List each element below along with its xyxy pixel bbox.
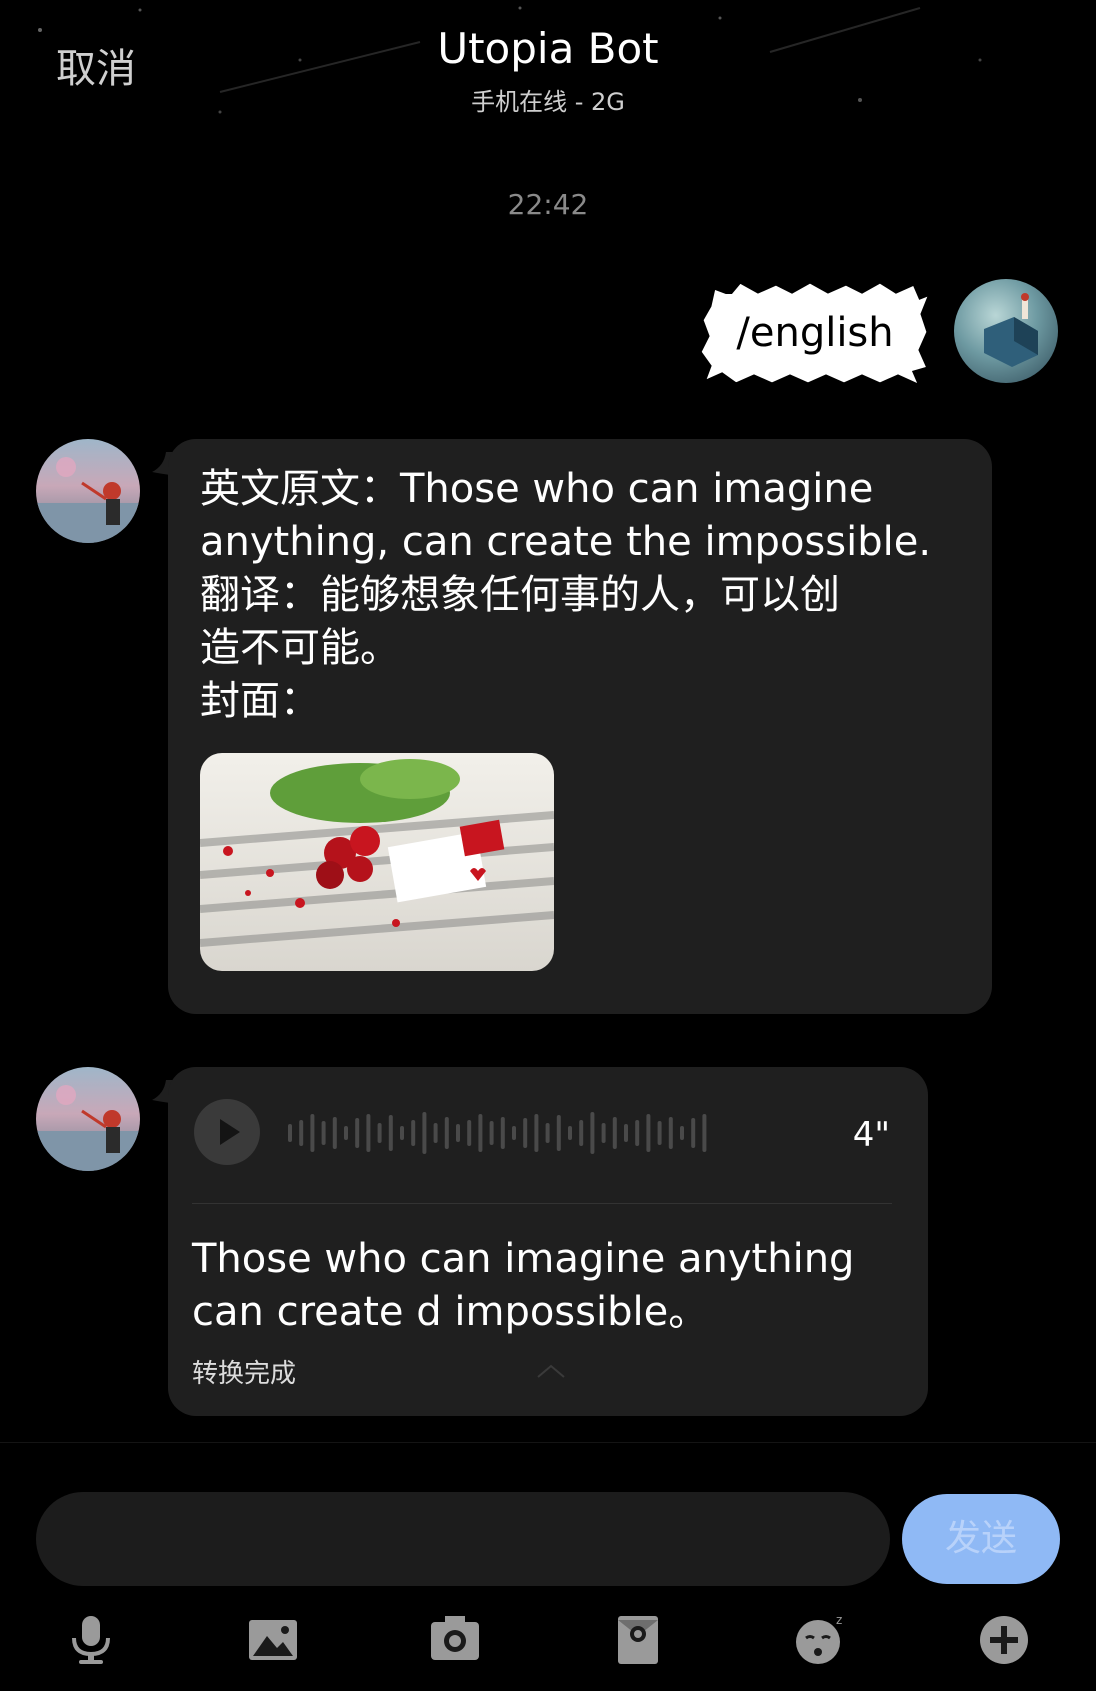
send-button[interactable]: 发送	[902, 1494, 1060, 1584]
waveform-bar	[288, 1124, 292, 1142]
message-line: 英文原文：Those who can imagine	[200, 466, 874, 512]
girl-fireworks-avatar-image	[36, 1085, 140, 1171]
voice-message-bubble[interactable]: 4" Those who can imagine anything can cr…	[168, 1067, 928, 1416]
microphone-icon[interactable]	[63, 1612, 119, 1668]
waveform-bar	[590, 1112, 595, 1154]
play-button[interactable]	[194, 1099, 260, 1165]
waveform-bar	[344, 1126, 348, 1140]
waveform-bar	[702, 1114, 707, 1152]
waveform-bar	[635, 1120, 640, 1146]
waveform-bar	[478, 1114, 483, 1152]
waveform-bar	[444, 1117, 449, 1149]
waveform-bar	[556, 1115, 561, 1151]
girl-fireworks-avatar-image	[36, 457, 140, 543]
waveform-bar	[680, 1126, 684, 1140]
waveform-bar	[646, 1114, 651, 1152]
waveform-bar	[388, 1115, 393, 1151]
waveform-bar	[377, 1123, 382, 1143]
waveform-bar	[489, 1121, 494, 1145]
user-message-bubble[interactable]: /english	[700, 280, 930, 386]
voice-transcript: Those who can imagine anything can creat…	[192, 1233, 892, 1339]
emoji-icon[interactable]: z	[792, 1612, 848, 1668]
message-line: 造不可能。	[200, 625, 400, 671]
waveform-bar	[310, 1114, 315, 1152]
transcript-line: can create d impossible。	[192, 1289, 709, 1335]
waveform-bar	[668, 1117, 673, 1149]
waveform-bar	[579, 1120, 584, 1146]
waveform-bar	[355, 1118, 360, 1148]
waveform-bar	[523, 1118, 528, 1148]
waveform-bar	[601, 1123, 606, 1143]
waveform-bar	[400, 1126, 404, 1140]
message-line: anything, can create the impossible.	[200, 519, 932, 565]
waveform-bar	[299, 1120, 304, 1146]
bot-avatar[interactable]	[36, 439, 140, 543]
input-toolbar: z	[0, 1612, 1096, 1668]
image-icon[interactable]	[245, 1612, 301, 1668]
waveform-bar	[366, 1114, 371, 1152]
waveform-bar	[691, 1118, 696, 1148]
plus-icon[interactable]	[976, 1612, 1032, 1668]
transcription-status: 转换完成	[192, 1359, 297, 1389]
voice-waveform	[288, 1112, 707, 1154]
waveform-bar	[433, 1123, 438, 1143]
camera-icon[interactable]	[427, 1612, 483, 1668]
bot-message-text: 英文原文：Those who can imagine anything, can…	[200, 463, 940, 728]
waveform-bar	[512, 1126, 516, 1140]
waveform-bar	[657, 1121, 662, 1145]
bot-message-bubble[interactable]: 英文原文：Those who can imagine anything, can…	[168, 439, 992, 1014]
collapse-chevron-up-icon[interactable]	[536, 1363, 566, 1379]
transcript-line: Those who can imagine anything	[192, 1236, 855, 1282]
user-avatar[interactable]	[954, 279, 1058, 383]
cover-image[interactable]	[200, 753, 554, 971]
waveform-bar	[467, 1120, 472, 1146]
chat-title: Utopia Bot	[437, 24, 659, 73]
svg-text:z: z	[836, 1613, 842, 1627]
waveform-bar	[568, 1126, 572, 1140]
message-timestamp: 22:42	[507, 188, 589, 221]
roses-cover-picture	[200, 753, 554, 971]
waveform-bar	[534, 1114, 539, 1152]
waveform-bar	[332, 1117, 337, 1149]
waveform-bar	[545, 1123, 550, 1143]
play-icon	[220, 1119, 240, 1145]
bot-avatar[interactable]	[36, 1067, 140, 1171]
waveform-bar	[612, 1117, 617, 1149]
waveform-bar	[321, 1121, 326, 1145]
voice-divider	[192, 1203, 892, 1204]
voice-duration: 4"	[852, 1115, 890, 1155]
waveform-bar	[500, 1117, 505, 1149]
message-line: 封面：	[200, 678, 320, 724]
waveform-bar	[456, 1124, 460, 1142]
waveform-bar	[624, 1124, 628, 1142]
red-packet-icon[interactable]	[610, 1612, 666, 1668]
message-input[interactable]	[36, 1492, 890, 1586]
waveform-bar	[422, 1112, 427, 1154]
monument-avatar-image	[984, 293, 1038, 367]
user-message-text: /english	[736, 310, 894, 356]
online-status: 手机在线 - 2G	[471, 88, 625, 116]
input-bar-divider	[0, 1442, 1096, 1443]
waveform-bar	[411, 1120, 416, 1146]
message-line: 翻译：能够想象任何事的人，可以创	[200, 572, 840, 618]
